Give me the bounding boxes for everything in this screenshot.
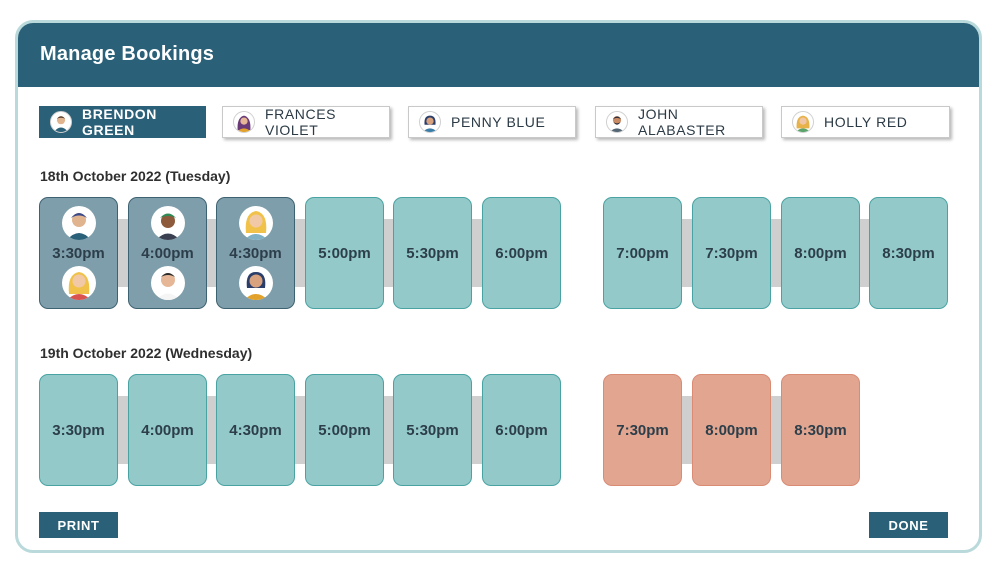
day-date-label: 18th October 2022 (Tuesday) <box>40 168 231 184</box>
time-slot-label: 8:00pm <box>705 421 758 439</box>
time-slot-unavailable[interactable]: 8:00pm <box>692 374 771 486</box>
staff-tab-label: JOHN ALABASTER <box>638 106 726 138</box>
time-slot-available[interactable]: 4:30pm <box>216 374 295 486</box>
time-slot-label: 3:30pm <box>52 421 105 439</box>
time-slot-label: 4:30pm <box>229 244 282 262</box>
guest-avatar-icon <box>150 206 185 240</box>
time-slot-available[interactable]: 7:00pm <box>603 197 682 309</box>
time-slot-label: 4:00pm <box>141 421 194 439</box>
staff-tab-brendon-green[interactable]: BRENDON GREEN <box>39 106 206 138</box>
guest-avatar-icon <box>238 206 273 240</box>
time-slot-available[interactable]: 5:30pm <box>393 374 472 486</box>
time-slot-label: 8:30pm <box>794 421 847 439</box>
person-avatar-icon <box>792 111 814 133</box>
guest-avatar-icon <box>150 266 185 300</box>
staff-tab-label: BRENDON GREEN <box>82 106 157 138</box>
print-button[interactable]: PRINT <box>39 512 118 538</box>
staff-tab-penny-blue[interactable]: PENNY BLUE <box>408 106 576 138</box>
person-avatar-icon <box>233 111 255 133</box>
staff-tab-label: HOLLY RED <box>824 114 908 130</box>
time-slot-available[interactable]: 6:00pm <box>482 197 561 309</box>
time-slot-label: 3:30pm <box>52 244 105 262</box>
time-slot-available[interactable]: 5:00pm <box>305 374 384 486</box>
time-slot-available[interactable]: 4:00pm <box>128 374 207 486</box>
time-slot-available[interactable]: 8:00pm <box>781 197 860 309</box>
done-button[interactable]: DONE <box>869 512 948 538</box>
time-slot-booked[interactable]: 4:00pm <box>128 197 207 309</box>
guest-avatar-icon <box>61 266 96 300</box>
time-slot-booked[interactable]: 3:30pm <box>39 197 118 309</box>
title-bar: Manage Bookings <box>18 23 979 87</box>
staff-tab-label: PENNY BLUE <box>451 114 546 130</box>
day-date-label: 19th October 2022 (Wednesday) <box>40 345 253 361</box>
person-avatar-icon <box>606 111 628 133</box>
time-slot-available[interactable]: 6:00pm <box>482 374 561 486</box>
time-slot-label: 4:30pm <box>229 421 282 439</box>
time-slot-label: 6:00pm <box>495 244 548 262</box>
staff-tab-john-alabaster[interactable]: JOHN ALABASTER <box>595 106 763 138</box>
window-title: Manage Bookings <box>40 43 215 65</box>
manage-bookings-window: Manage Bookings BRENDON GREEN FRANCES VI… <box>15 20 982 553</box>
time-slot-row: 3:30pm 4:00pm 4:30pm 5:00pm 5:30pm 6:00pm 7:30… <box>39 374 959 486</box>
staff-tab-label: FRANCES VIOLET <box>265 106 337 138</box>
time-slot-available[interactable]: 7:30pm <box>692 197 771 309</box>
guest-avatar-icon <box>61 206 96 240</box>
staff-tab-frances-violet[interactable]: FRANCES VIOLET <box>222 106 390 138</box>
time-slot-label: 5:30pm <box>406 244 459 262</box>
time-slot-label: 8:00pm <box>794 244 847 262</box>
person-avatar-icon <box>50 111 72 133</box>
time-slot-available[interactable]: 5:30pm <box>393 197 472 309</box>
time-slot-label: 7:30pm <box>705 244 758 262</box>
time-slot-label: 6:00pm <box>495 421 548 439</box>
time-slot-available[interactable]: 5:00pm <box>305 197 384 309</box>
time-slot-unavailable[interactable]: 8:30pm <box>781 374 860 486</box>
time-slot-label: 5:00pm <box>318 244 371 262</box>
time-slot-label: 8:30pm <box>882 244 935 262</box>
staff-tab-holly-red[interactable]: HOLLY RED <box>781 106 950 138</box>
time-slot-label: 7:00pm <box>616 244 669 262</box>
staff-tabs: BRENDON GREEN FRANCES VIOLET PENNY BLUE … <box>39 106 959 138</box>
person-avatar-icon <box>419 111 441 133</box>
time-slot-available[interactable]: 8:30pm <box>869 197 948 309</box>
time-slot-label: 5:30pm <box>406 421 459 439</box>
time-slot-unavailable[interactable]: 7:30pm <box>603 374 682 486</box>
time-slot-label: 4:00pm <box>141 244 194 262</box>
time-slot-available[interactable]: 3:30pm <box>39 374 118 486</box>
guest-avatar-icon <box>238 266 273 300</box>
time-slot-label: 7:30pm <box>616 421 669 439</box>
time-slot-row: 3:30pm 4:00pm 4:30pm 5:00pm 5:30pm 6:00pm 7:00… <box>39 197 959 309</box>
time-slot-booked[interactable]: 4:30pm <box>216 197 295 309</box>
time-slot-label: 5:00pm <box>318 421 371 439</box>
